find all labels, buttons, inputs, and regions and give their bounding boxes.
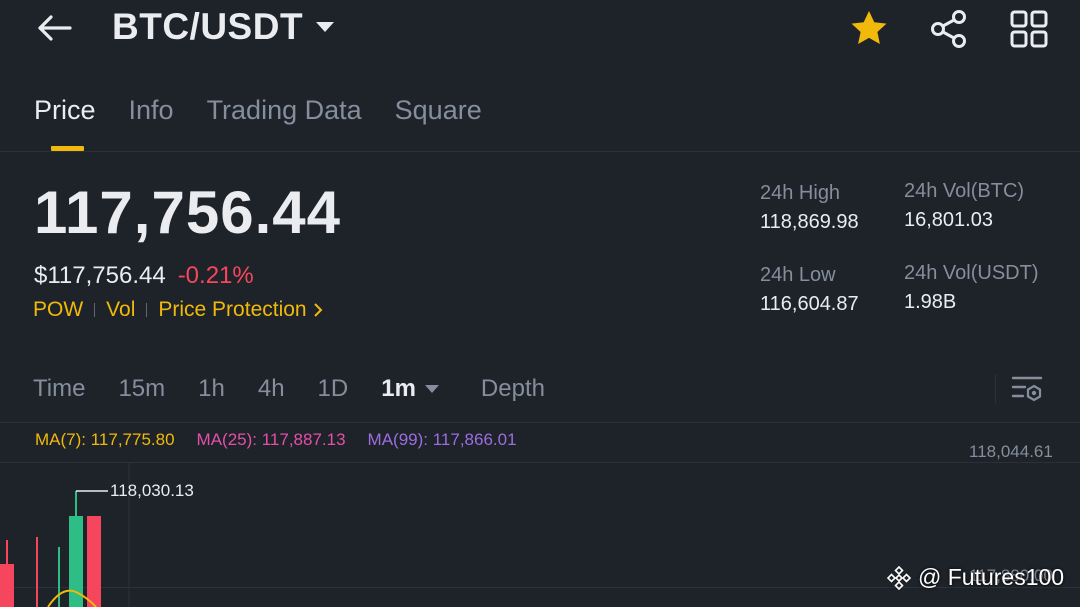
usd-price: $117,756.44: [34, 262, 166, 289]
caret-down-icon: [424, 385, 439, 393]
price-subline: $117,756.44 -0.21%: [34, 262, 254, 290]
interval-bar: Time 15m 1h 4h 1D 1m Depth: [33, 370, 545, 408]
stat-24h-vol-btc: 24h Vol(BTC) 16,801.03: [904, 180, 1024, 232]
caret-down-icon: [316, 22, 335, 32]
grid-apps-icon: [1010, 10, 1048, 48]
interval-depth[interactable]: Depth: [481, 375, 545, 403]
pair-title: BTC/USDT: [112, 6, 304, 47]
star-icon: [851, 11, 887, 44]
chevron-right-icon: [313, 303, 323, 317]
stat-24h-high: 24h High 118,869.98: [760, 182, 859, 234]
price-change: -0.21%: [177, 262, 254, 289]
candle-body: [69, 516, 83, 607]
ma7-value: MA(7): 117,775.80: [35, 430, 175, 449]
tab-bar: Price Info Trading Data Square: [34, 88, 482, 152]
axis-label-top: 118,044.61: [969, 442, 1053, 461]
price-protection-label: Price Protection: [158, 298, 307, 321]
stat-label: 24h Vol(USDT): [904, 262, 1039, 284]
candle-body: [87, 516, 101, 607]
interval-1m-dropdown[interactable]: 1m: [381, 375, 440, 403]
watermark: @ Futures100: [886, 564, 1064, 591]
interval-1d[interactable]: 1D: [318, 375, 349, 403]
interval-separator: [995, 374, 996, 404]
stats-panel: 24h High 118,869.98 24h Vol(BTC) 16,801.…: [760, 180, 1060, 330]
tag-row: POW Vol Price Protection: [33, 298, 323, 322]
stat-24h-vol-usdt: 24h Vol(USDT) 1.98B: [904, 262, 1039, 314]
tab-square[interactable]: Square: [395, 88, 482, 132]
ma-legend: MA(7): 117,775.80 MA(25): 117,887.13 MA(…: [35, 430, 517, 450]
tag-separator: [94, 303, 96, 317]
share-icon: [931, 10, 966, 48]
price-protection-link[interactable]: Price Protection: [158, 298, 323, 322]
interval-1m-label: 1m: [381, 375, 416, 402]
tag-pow[interactable]: POW: [33, 298, 83, 322]
interval-divider: [0, 422, 1080, 423]
favorite-button[interactable]: [848, 8, 890, 50]
tab-price[interactable]: Price: [34, 88, 96, 151]
apps-button[interactable]: [1008, 8, 1050, 50]
ma99-value: MA(99): 117,866.01: [367, 430, 517, 449]
interval-4h[interactable]: 4h: [258, 375, 285, 403]
chart-settings-icon: [1011, 376, 1043, 402]
stat-label: 24h Vol(BTC): [904, 180, 1025, 202]
back-button[interactable]: [28, 6, 80, 50]
binance-logo-icon: [886, 565, 912, 590]
stat-24h-low: 24h Low 116,604.87: [760, 264, 859, 316]
top-bar: BTC/USDT: [0, 0, 1080, 60]
chart-settings-button[interactable]: [1008, 370, 1048, 408]
share-button[interactable]: [928, 8, 970, 50]
ma25-value: MA(25): 117,887.13: [196, 430, 346, 449]
tab-info[interactable]: Info: [129, 88, 174, 132]
high-marker-label: 118,030.13: [110, 481, 194, 500]
stat-label: 24h Low: [760, 264, 836, 286]
stat-value: 116,604.87: [760, 293, 859, 315]
top-actions: [848, 6, 1050, 52]
watermark-text: @ Futures100: [918, 564, 1065, 590]
tag-separator: [146, 303, 148, 317]
last-price: 117,756.44: [34, 179, 341, 246]
stat-value: 1.98B: [904, 291, 957, 313]
candle-body: [0, 564, 14, 607]
interval-time[interactable]: Time: [33, 375, 85, 403]
tab-trading-data[interactable]: Trading Data: [207, 88, 362, 132]
interval-1h[interactable]: 1h: [198, 375, 225, 403]
tabs-divider: [0, 151, 1080, 152]
stat-label: 24h High: [760, 182, 841, 204]
interval-15m[interactable]: 15m: [118, 375, 165, 403]
back-arrow-icon: [38, 15, 72, 41]
pair-selector[interactable]: BTC/USDT: [112, 4, 335, 50]
stat-value: 16,801.03: [904, 209, 993, 231]
tag-vol[interactable]: Vol: [106, 298, 135, 322]
stat-value: 118,869.98: [760, 211, 859, 233]
